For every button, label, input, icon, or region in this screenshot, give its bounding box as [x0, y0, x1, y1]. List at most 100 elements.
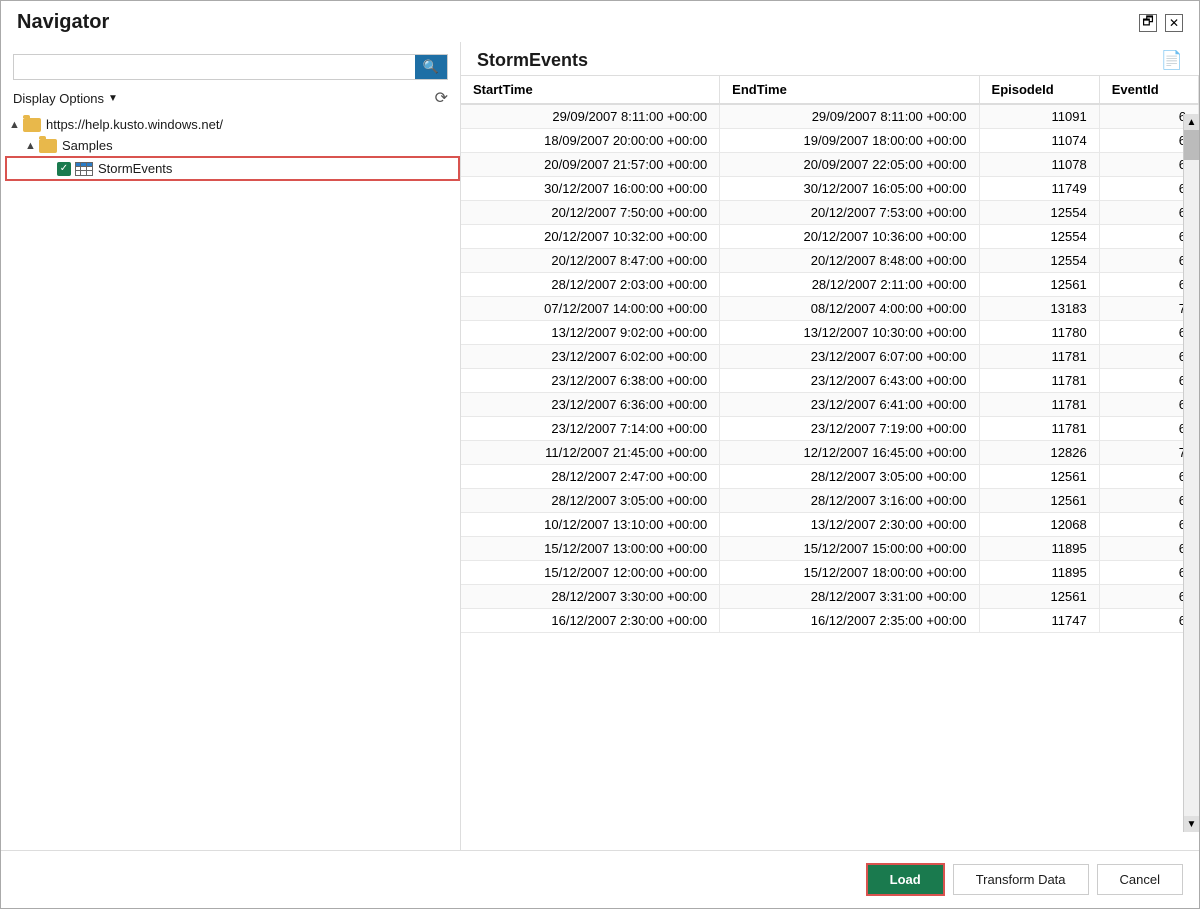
table-cell-endtime: 28/12/2007 3:16:00 +00:00	[720, 489, 979, 513]
table-cell-episodeid: 12561	[979, 465, 1099, 489]
tree-item-server[interactable]: ▲ https://help.kusto.windows.net/	[5, 114, 460, 135]
tree-item-stormevents[interactable]: ✓ StormEvents	[5, 156, 460, 181]
table-cell-endtime: 29/09/2007 8:11:00 +00:00	[720, 104, 979, 129]
table-body: 29/09/2007 8:11:00 +00:0029/09/2007 8:11…	[461, 104, 1199, 633]
table-cell-endtime: 08/12/2007 4:00:00 +00:00	[720, 297, 979, 321]
table-cell-episodeid: 11078	[979, 153, 1099, 177]
table-container: StartTime EndTime EpisodeId EventId 29/0…	[461, 76, 1199, 850]
display-options-row: Display Options ▼ ⟳	[1, 86, 460, 114]
table-cell-starttime: 29/09/2007 8:11:00 +00:00	[461, 104, 720, 129]
col-episodeid: EpisodeId	[979, 76, 1099, 104]
table-cell-episodeid: 11781	[979, 393, 1099, 417]
vscroll-up-button[interactable]: ▲	[1184, 114, 1200, 130]
table-row: 29/09/2007 8:11:00 +00:0029/09/2007 8:11…	[461, 104, 1199, 129]
table-row: 20/09/2007 21:57:00 +00:0020/09/2007 22:…	[461, 153, 1199, 177]
export-button[interactable]: 📄	[1161, 50, 1183, 71]
load-button[interactable]: Load	[866, 863, 945, 896]
table-cell-starttime: 23/12/2007 6:36:00 +00:00	[461, 393, 720, 417]
table-row: 16/12/2007 2:30:00 +00:0016/12/2007 2:35…	[461, 609, 1199, 633]
table-cell-episodeid: 11895	[979, 561, 1099, 585]
table-cell-endtime: 16/12/2007 2:35:00 +00:00	[720, 609, 979, 633]
transform-data-button[interactable]: Transform Data	[953, 864, 1089, 895]
table-cell-episodeid: 11895	[979, 537, 1099, 561]
table-cell-endtime: 23/12/2007 7:19:00 +00:00	[720, 417, 979, 441]
col-starttime: StartTime	[461, 76, 720, 104]
table-row: 28/12/2007 3:05:00 +00:0028/12/2007 3:16…	[461, 489, 1199, 513]
restore-button[interactable]: 🗗	[1139, 14, 1157, 32]
table-cell-episodeid: 11781	[979, 417, 1099, 441]
col-eventid: EventId	[1099, 76, 1198, 104]
data-table-wrapper[interactable]: StartTime EndTime EpisodeId EventId 29/0…	[461, 76, 1199, 850]
table-cell-episodeid: 11781	[979, 369, 1099, 393]
title-bar: Navigator 🗗 ✕	[1, 1, 1199, 42]
close-button[interactable]: ✕	[1165, 14, 1183, 32]
vscroll-down-button[interactable]: ▼	[1184, 816, 1200, 832]
table-cell-endtime: 15/12/2007 15:00:00 +00:00	[720, 537, 979, 561]
table-row: 13/12/2007 9:02:00 +00:0013/12/2007 10:3…	[461, 321, 1199, 345]
table-cell-episodeid: 12554	[979, 201, 1099, 225]
table-cell-episodeid: 12068	[979, 513, 1099, 537]
data-table: StartTime EndTime EpisodeId EventId 29/0…	[461, 76, 1199, 633]
table-row: 20/12/2007 10:32:00 +00:0020/12/2007 10:…	[461, 225, 1199, 249]
table-cell-episodeid: 12561	[979, 585, 1099, 609]
table-row: 28/12/2007 2:47:00 +00:0028/12/2007 3:05…	[461, 465, 1199, 489]
table-row: 23/12/2007 7:14:00 +00:0023/12/2007 7:19…	[461, 417, 1199, 441]
display-options-button[interactable]: Display Options ▼	[13, 91, 118, 106]
vscroll-track	[1184, 130, 1200, 816]
table-cell-episodeid: 12554	[979, 249, 1099, 273]
window-title: Navigator	[17, 11, 109, 34]
table-cell-endtime: 28/12/2007 3:31:00 +00:00	[720, 585, 979, 609]
table-row: 18/09/2007 20:00:00 +00:0019/09/2007 18:…	[461, 129, 1199, 153]
tree-toggle-stormevents	[43, 163, 57, 175]
table-cell-starttime: 18/09/2007 20:00:00 +00:00	[461, 129, 720, 153]
table-cell-starttime: 28/12/2007 2:47:00 +00:00	[461, 465, 720, 489]
table-cell-episodeid: 12826	[979, 441, 1099, 465]
table-cell-endtime: 20/12/2007 7:53:00 +00:00	[720, 201, 979, 225]
table-cell-endtime: 19/09/2007 18:00:00 +00:00	[720, 129, 979, 153]
table-row: 10/12/2007 13:10:00 +00:0013/12/2007 2:3…	[461, 513, 1199, 537]
table-cell-episodeid: 11780	[979, 321, 1099, 345]
table-cell-starttime: 20/12/2007 8:47:00 +00:00	[461, 249, 720, 273]
stormevents-label: StormEvents	[98, 161, 172, 176]
table-row: 23/12/2007 6:36:00 +00:0023/12/2007 6:41…	[461, 393, 1199, 417]
table-row: 28/12/2007 3:30:00 +00:0028/12/2007 3:31…	[461, 585, 1199, 609]
server-label: https://help.kusto.windows.net/	[46, 117, 223, 132]
checkbox-icon-stormevents: ✓	[57, 162, 71, 176]
search-bar: 🔍	[13, 54, 448, 80]
preview-header: StormEvents 📄	[461, 42, 1199, 76]
cancel-button[interactable]: Cancel	[1097, 864, 1183, 895]
table-cell-starttime: 23/12/2007 6:38:00 +00:00	[461, 369, 720, 393]
table-cell-endtime: 20/09/2007 22:05:00 +00:00	[720, 153, 979, 177]
table-row: 30/12/2007 16:00:00 +00:0030/12/2007 16:…	[461, 177, 1199, 201]
table-cell-starttime: 28/12/2007 2:03:00 +00:00	[461, 273, 720, 297]
vscroll-thumb[interactable]	[1184, 130, 1200, 160]
table-cell-episodeid: 12561	[979, 273, 1099, 297]
search-button[interactable]: 🔍	[415, 55, 447, 79]
table-cell-endtime: 12/12/2007 16:45:00 +00:00	[720, 441, 979, 465]
vscroll-container: ▲ ▼	[1183, 114, 1199, 832]
window-controls: 🗗 ✕	[1139, 14, 1183, 32]
samples-label: Samples	[62, 138, 113, 153]
table-cell-episodeid: 11749	[979, 177, 1099, 201]
table-header-row: StartTime EndTime EpisodeId EventId	[461, 76, 1199, 104]
table-row: 15/12/2007 12:00:00 +00:0015/12/2007 18:…	[461, 561, 1199, 585]
table-row: 15/12/2007 13:00:00 +00:0015/12/2007 15:…	[461, 537, 1199, 561]
table-cell-endtime: 23/12/2007 6:41:00 +00:00	[720, 393, 979, 417]
refresh-button[interactable]: ⟳	[435, 88, 448, 108]
tree-area: ▲ https://help.kusto.windows.net/ ▲ Samp…	[1, 114, 460, 842]
table-cell-starttime: 23/12/2007 7:14:00 +00:00	[461, 417, 720, 441]
table-cell-episodeid: 11091	[979, 104, 1099, 129]
col-endtime: EndTime	[720, 76, 979, 104]
table-cell-episodeid: 11781	[979, 345, 1099, 369]
table-cell-starttime: 13/12/2007 9:02:00 +00:00	[461, 321, 720, 345]
tree-item-samples[interactable]: ▲ Samples	[5, 135, 460, 156]
table-cell-endtime: 28/12/2007 2:11:00 +00:00	[720, 273, 979, 297]
table-cell-starttime: 23/12/2007 6:02:00 +00:00	[461, 345, 720, 369]
table-icon-stormevents	[75, 162, 93, 176]
table-row: 11/12/2007 21:45:00 +00:0012/12/2007 16:…	[461, 441, 1199, 465]
table-row: 28/12/2007 2:03:00 +00:0028/12/2007 2:11…	[461, 273, 1199, 297]
table-cell-starttime: 30/12/2007 16:00:00 +00:00	[461, 177, 720, 201]
search-input[interactable]	[14, 56, 415, 79]
table-cell-endtime: 28/12/2007 3:05:00 +00:00	[720, 465, 979, 489]
table-cell-episodeid: 12554	[979, 225, 1099, 249]
